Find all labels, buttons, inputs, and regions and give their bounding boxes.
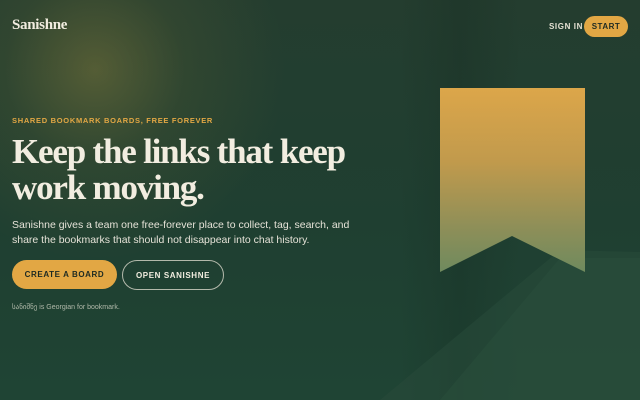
start-button[interactable]: START (584, 16, 628, 37)
sign-in-link[interactable]: SIGN IN (549, 22, 583, 31)
bookmark-ribbon-icon (440, 88, 585, 272)
hero-footnote: სანიშნე is Georgian for bookmark. (12, 304, 120, 311)
open-sanishne-button[interactable]: OPEN SANISHNE (122, 260, 224, 290)
brand-logo[interactable]: Sanishne (12, 17, 67, 34)
site-header: Sanishne SIGN IN START (0, 0, 640, 54)
hero-description: Sanishne gives a team one free-forever p… (12, 219, 350, 246)
hero-headline: Keep the links that keep work moving. (12, 134, 372, 206)
headline-line-1: Keep the links that keep (12, 132, 346, 171)
hero-eyebrow: SHARED BOOKMARK BOARDS, FREE FOREVER (12, 116, 214, 125)
create-board-button[interactable]: CREATE A BOARD (12, 260, 117, 289)
headline-line-2: work moving. (12, 168, 205, 207)
